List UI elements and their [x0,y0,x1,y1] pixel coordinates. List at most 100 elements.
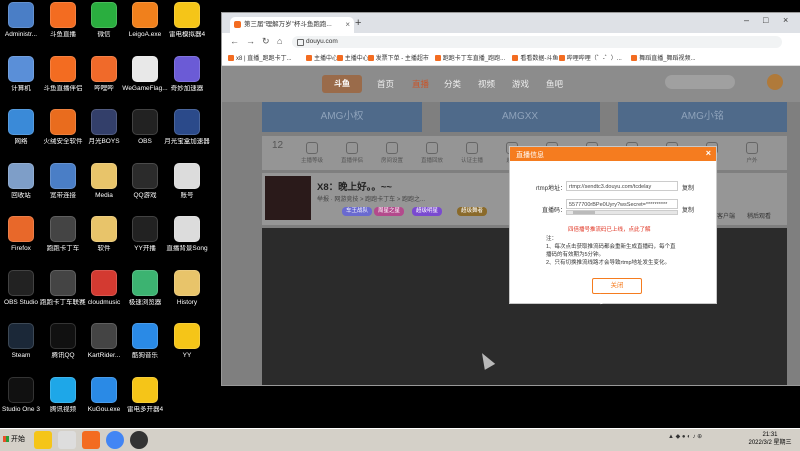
desktop-shortcut[interactable]: 腾讯QQ [40,323,86,377]
desktop-shortcut[interactable]: OBS Studio [0,269,44,324]
desktop-shortcut[interactable]: History [164,269,210,324]
nav-category[interactable]: 分类 [444,78,461,90]
desktop-shortcut[interactable]: 雷电模拟器4 [164,2,210,56]
desktop-shortcut[interactable]: 火绒安全软件 [40,109,86,163]
banner-card[interactable]: AMGXX [440,102,600,132]
desktop-shortcut[interactable]: 月光BOYS [81,109,127,163]
bookmark-item[interactable]: 哔哩哔哩（゜-゜）... [558,53,622,62]
desktop-shortcut[interactable]: Administr... [0,2,44,56]
desktop-shortcut[interactable]: KuGou.exe [81,376,127,431]
desktop-shortcut[interactable]: 月光宝盒加速器 [164,109,210,163]
desktop-shortcut[interactable]: 宽带连接 [40,162,86,217]
start-button[interactable]: 开始 [2,432,30,447]
huorong-icon [50,109,76,135]
nav-games[interactable]: 游戏 [512,78,529,90]
forward-icon[interactable]: → [246,36,255,46]
client-button[interactable]: 客户端 [717,211,735,220]
bookmark-item[interactable]: x8 | 直播_跑跑卡丁... [228,53,292,62]
desktop-shortcut[interactable]: 腾讯视频 [40,376,86,431]
minimize-icon[interactable]: – [744,15,749,25]
obs-taskbar-icon[interactable] [130,431,148,449]
desktop-shortcut[interactable]: cloudmusic [81,269,127,324]
desktop-shortcut[interactable]: OBS [122,109,168,163]
desktop-shortcut[interactable]: 酷狗音乐 [122,323,168,377]
copy-rtmp-button[interactable]: 复制 [682,183,694,192]
douyu-logo[interactable]: 斗鱼 [322,75,362,93]
desktop-shortcut[interactable]: 奇妙加速器 [164,55,210,110]
function-item[interactable]: 直播伴侣 [338,142,366,164]
desktop-shortcut[interactable]: Steam [0,323,44,377]
desktop-shortcut[interactable]: 跑跑卡丁车联赛版 [40,269,86,324]
close-tab-icon[interactable]: × [345,17,350,33]
browser-tab[interactable]: 第三届“理解万岁”杯斗鱼跑跑... × [230,17,354,33]
close-icon[interactable]: × [706,148,711,158]
desktop-shortcut[interactable]: Firefox [0,216,44,270]
stream-code-field[interactable]: 5577700rBPe0Uyry?wsSecret=********** [566,199,678,209]
tag-badge[interactable]: 超级明星 [412,207,443,216]
bookmark-item[interactable]: 舞蹈直播_舞蹈视频... [631,53,696,62]
nav-video[interactable]: 视频 [478,78,495,90]
desktop-shortcut[interactable]: YY [164,323,210,377]
function-item[interactable]: 认证主播 [458,142,486,164]
desktop-shortcut[interactable]: 极速浏览器 [122,269,168,324]
close-window-icon[interactable]: × [783,15,788,25]
desktop-shortcut[interactable]: QQ游戏 [122,162,168,217]
desktop-shortcut[interactable]: Studio One 3 [0,376,44,431]
banner-card[interactable]: AMG小铭 [618,102,787,132]
function-item[interactable]: 直播回放 [418,142,446,164]
studio-one-taskbar-icon[interactable] [58,431,76,449]
home-icon[interactable]: ⌂ [277,36,282,46]
streamer-avatar[interactable] [265,176,311,220]
system-tray-icons[interactable]: ▲ ◆ ● ◐ ♪ ⊕ [668,433,702,440]
desktop-shortcut[interactable]: 斗鱼直播伴侣 [40,55,86,110]
stream-code-scrollbar[interactable] [566,210,678,215]
banner-card[interactable]: AMG小权 [262,102,422,132]
bookmark-item[interactable]: 主播中心 [306,53,338,62]
desktop-shortcut[interactable]: 直播背景Song [164,216,210,270]
desktop-shortcut[interactable]: 跑跑卡丁车 [40,216,86,270]
tag-badge[interactable]: 周星之星 [374,207,405,216]
new-tab-icon[interactable]: + [355,17,361,29]
desktop-shortcut[interactable]: LeigoA.exe [122,2,168,56]
reload-icon[interactable]: ↻ [262,36,270,47]
desktop-shortcut[interactable]: 雷电多开器4 [122,376,168,431]
desktop-shortcut[interactable]: 哔哩哔 [81,55,127,110]
desktop-shortcut[interactable]: 微信 [81,2,127,56]
desktop-shortcut[interactable]: Media [81,162,127,217]
close-dialog-button[interactable]: 关闭 [592,278,642,294]
tag-badge[interactable]: 超级舞者 [457,207,488,216]
desktop-shortcut[interactable]: 网络 [0,109,44,163]
chrome-taskbar-icon[interactable] [106,431,124,449]
avatar[interactable] [767,74,783,90]
desktop-shortcut[interactable]: KartRider... [81,323,127,377]
desktop-shortcut[interactable]: 软件 [81,216,127,270]
nav-home[interactable]: 首页 [377,78,394,90]
desktop-shortcut[interactable]: 账号 [164,162,210,217]
address-bar[interactable]: douyu.com [292,36,782,48]
room-category[interactable]: 举报 · 网游竞技 > 跑跑卡丁车 > 跑跑之... [317,194,425,203]
bookmark-item[interactable]: 看看数据-斗鱼 [512,53,558,62]
function-item[interactable]: 户外 [738,142,766,164]
site-search-input[interactable] [665,75,735,89]
back-icon[interactable]: ← [230,36,239,46]
clock[interactable]: 21:31 2022/3/2 星期三 [742,431,798,447]
maximize-icon[interactable]: □ [763,15,768,25]
copy-stream-code-button[interactable]: 复制 [682,205,694,214]
ldplayer-taskbar-icon[interactable] [34,431,52,449]
function-item[interactable]: 房间设置 [378,142,406,164]
douyu-taskbar-icon[interactable] [82,431,100,449]
watch-later-button[interactable]: 稍后观看 [747,211,771,220]
bookmark-item[interactable]: 发票下单 - 主播超市 [367,53,429,62]
desktop-shortcut[interactable]: 计算机 [0,55,44,110]
desktop-shortcut[interactable]: 斗鱼直播 [40,2,86,56]
rtmp-address-field[interactable]: rtmp://sendtc3.douyu.com/tcdelay [566,181,678,191]
desktop-shortcut[interactable]: WeGameFlag... [122,55,168,110]
function-item[interactable]: 主播等级 [298,142,326,164]
desktop-shortcut[interactable]: YY开播 [122,216,168,270]
nav-live[interactable]: 直播 [412,78,429,90]
desktop-shortcut[interactable]: 回收站 [0,162,44,217]
bookmark-item[interactable]: 主播中心 [336,53,369,62]
bookmark-item[interactable]: 跑跑卡丁车直播_跑跑... [434,53,505,62]
nav-fishbar[interactable]: 鱼吧 [546,78,563,90]
tag-badge[interactable]: 车王战队 [342,207,373,216]
